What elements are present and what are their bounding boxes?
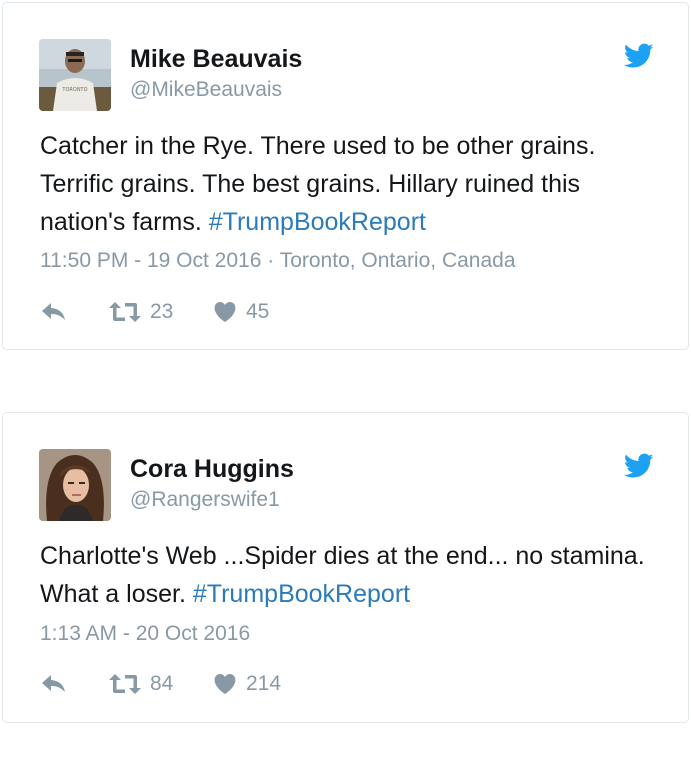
avatar-photo: TORONTO xyxy=(39,39,111,111)
hashtag-link[interactable]: #TrumpBookReport xyxy=(193,580,410,608)
timestamp[interactable]: 1:13 AM - 20 Oct 2016 xyxy=(40,622,250,645)
reply-icon xyxy=(42,675,65,692)
location[interactable]: Toronto, Ontario, Canada xyxy=(280,249,516,272)
location-separator: · xyxy=(261,249,280,272)
heart-icon xyxy=(214,674,236,694)
heart-icon xyxy=(214,302,236,322)
reply-button[interactable] xyxy=(40,673,108,695)
handle[interactable]: @MikeBeauvais xyxy=(130,77,282,103)
tweet-text: Catcher in the Rye. There used to be oth… xyxy=(40,127,660,241)
retweet-icon xyxy=(109,674,141,694)
like-count: 214 xyxy=(246,672,282,695)
timestamp-row: 11:50 PM - 19 Oct 2016 · Toronto, Ontari… xyxy=(40,248,516,274)
like-count: 45 xyxy=(246,300,270,323)
twitter-bird-icon[interactable] xyxy=(624,453,654,479)
avatar-photo xyxy=(39,449,111,521)
display-name[interactable]: Mike Beauvais xyxy=(130,45,302,73)
avatar[interactable]: TORONTO xyxy=(39,39,111,111)
retweet-button[interactable]: 84 xyxy=(108,672,213,696)
tweet-actions: 84 214 xyxy=(40,669,281,699)
tweet-actions: 23 45 xyxy=(40,297,269,327)
retweet-count: 84 xyxy=(150,672,174,695)
like-button[interactable]: 214 xyxy=(213,672,281,696)
tweet-text: Charlotte's Web ...Spider dies at the en… xyxy=(40,537,660,613)
handle[interactable]: @Rangerswife1 xyxy=(130,487,280,513)
reply-icon xyxy=(42,303,65,320)
retweet-button[interactable]: 23 xyxy=(108,300,213,324)
reply-button[interactable] xyxy=(40,301,108,323)
timestamp[interactable]: 11:50 PM - 19 Oct 2016 xyxy=(40,249,261,272)
avatar[interactable] xyxy=(39,449,111,521)
hashtag-link[interactable]: #TrumpBookReport xyxy=(209,208,426,236)
retweet-icon xyxy=(109,302,141,322)
svg-text:TORONTO: TORONTO xyxy=(61,87,87,93)
like-button[interactable]: 45 xyxy=(213,300,269,324)
tweet-card: Cora Huggins @Rangerswife1 Charlotte's W… xyxy=(2,412,689,723)
retweet-count: 23 xyxy=(150,300,174,323)
display-name[interactable]: Cora Huggins xyxy=(130,455,294,483)
timestamp-row: 1:13 AM - 20 Oct 2016 xyxy=(40,621,250,647)
twitter-bird-icon[interactable] xyxy=(624,43,654,69)
tweet-card: TORONTO Mike Beauvais @MikeBeauvais Catc… xyxy=(2,2,689,350)
